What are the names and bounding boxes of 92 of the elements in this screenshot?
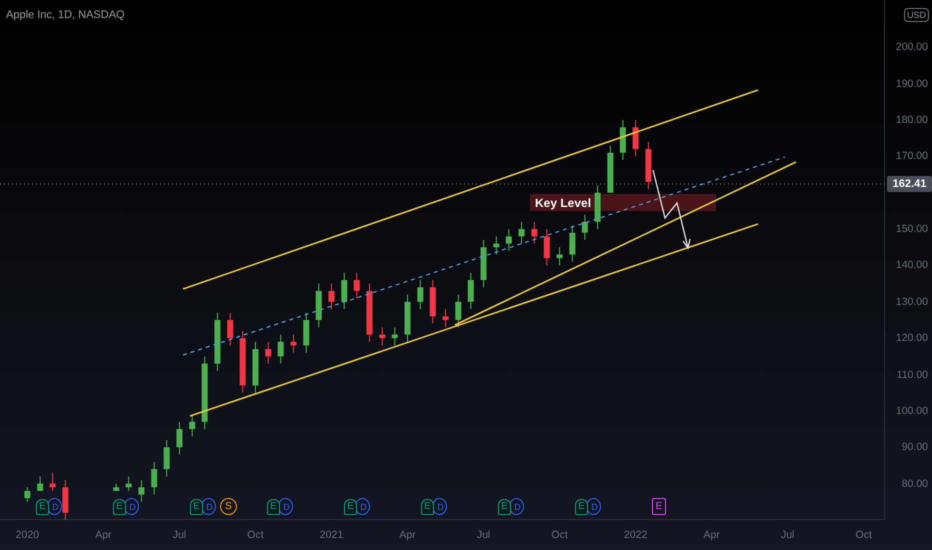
date-tick: Oct xyxy=(551,529,568,541)
candlestick xyxy=(366,283,372,342)
date-tick: Jul xyxy=(172,529,186,541)
candlestick xyxy=(316,283,322,328)
candlestick xyxy=(303,312,310,354)
earnings-marker[interactable]: E xyxy=(190,498,203,514)
price-tick: 180.00 xyxy=(896,114,928,126)
price-tick: 200.00 xyxy=(896,41,928,54)
candlestick xyxy=(328,283,334,310)
candlestick xyxy=(544,228,550,266)
candlestick xyxy=(607,144,614,194)
date-tick: 2020 xyxy=(16,529,40,541)
candlestick xyxy=(569,224,576,262)
earnings-marker[interactable]: E xyxy=(344,498,357,514)
price-tick: 100.00 xyxy=(896,404,928,417)
candlestick xyxy=(189,414,196,437)
candlestick xyxy=(50,472,56,492)
dividend-marker[interactable]: D xyxy=(201,498,216,515)
date-tick: Oct xyxy=(247,529,264,541)
candlestick xyxy=(493,236,500,256)
price-tick: 120.00 xyxy=(896,332,928,344)
candlestick xyxy=(632,120,639,157)
split-marker[interactable]: S xyxy=(220,498,237,515)
price-tick: 150.00 xyxy=(896,223,928,236)
date-tick: 2021 xyxy=(320,529,344,541)
candlestick xyxy=(126,476,132,492)
candlestick xyxy=(290,334,296,354)
candlestick xyxy=(468,272,474,310)
dividend-marker[interactable]: D xyxy=(124,498,139,515)
candlestick xyxy=(354,272,360,299)
price-tick: 140.00 xyxy=(896,259,928,272)
date-tick: 2022 xyxy=(624,529,648,541)
candlestick xyxy=(480,240,487,288)
currency-badge[interactable]: USD xyxy=(904,8,929,22)
candlestick xyxy=(265,341,272,364)
price-tick: 130.00 xyxy=(896,296,928,308)
earnings-marker[interactable]: E xyxy=(575,498,588,514)
candlestick xyxy=(442,308,449,328)
earnings-marker[interactable]: E xyxy=(36,498,49,514)
candlestick xyxy=(582,214,588,240)
date-tick: Oct xyxy=(856,529,872,541)
candlestick xyxy=(151,461,158,496)
candlestick xyxy=(113,483,120,492)
earnings-marker[interactable]: E xyxy=(421,498,434,514)
candlestick xyxy=(214,312,220,372)
candlestick xyxy=(341,272,348,310)
candlestick xyxy=(645,141,652,190)
candlestick xyxy=(164,440,170,477)
candlestick xyxy=(138,480,144,502)
candlestick xyxy=(252,341,258,394)
price-tick: 170.00 xyxy=(896,150,928,162)
dividend-marker[interactable]: D xyxy=(432,498,447,515)
price-tick: 90.00 xyxy=(902,441,928,454)
earnings-marker[interactable]: E xyxy=(113,498,126,514)
candlestick xyxy=(455,294,462,328)
candlestick xyxy=(518,221,525,244)
candlestick xyxy=(620,120,626,160)
candlestick xyxy=(417,280,424,310)
earnings-marker[interactable]: E xyxy=(652,498,666,515)
candlestick xyxy=(594,184,601,230)
chart-title: Apple Inc, 1D, NASDAQ xyxy=(6,9,125,21)
dividend-marker[interactable]: D xyxy=(47,498,62,515)
dividend-marker[interactable]: D xyxy=(509,498,524,515)
key-level-label: Key Level xyxy=(535,196,592,210)
candlestick xyxy=(556,246,563,266)
earnings-marker[interactable]: E xyxy=(498,498,511,514)
candlestick xyxy=(430,280,436,324)
candlestick xyxy=(404,294,411,342)
date-tick: Jul xyxy=(476,529,490,541)
candlestick xyxy=(379,326,386,346)
candlestick xyxy=(62,480,68,520)
price-tick: 80.00 xyxy=(902,478,928,490)
candlestick xyxy=(531,221,538,244)
earnings-marker[interactable]: E xyxy=(267,498,280,514)
dividend-marker[interactable]: D xyxy=(586,498,601,515)
date-tick: Jul xyxy=(780,529,794,541)
dividend-marker[interactable]: D xyxy=(355,498,370,515)
date-tick: Apr xyxy=(95,529,112,541)
candlestick xyxy=(278,334,284,364)
candlestick xyxy=(240,330,246,394)
candlestick xyxy=(392,326,398,346)
date-tick: Apr xyxy=(703,529,720,541)
candlestick xyxy=(227,312,234,346)
price-tick: 190.00 xyxy=(896,78,928,90)
price-tick: 110.00 xyxy=(896,368,928,381)
last-price-label: 162.41 xyxy=(887,176,932,192)
dividend-marker[interactable]: D xyxy=(278,498,293,515)
date-tick: Apr xyxy=(399,529,416,541)
candlestick xyxy=(176,421,182,456)
candlestick xyxy=(506,228,512,252)
candlestick xyxy=(24,486,30,502)
candlestick xyxy=(37,476,44,492)
